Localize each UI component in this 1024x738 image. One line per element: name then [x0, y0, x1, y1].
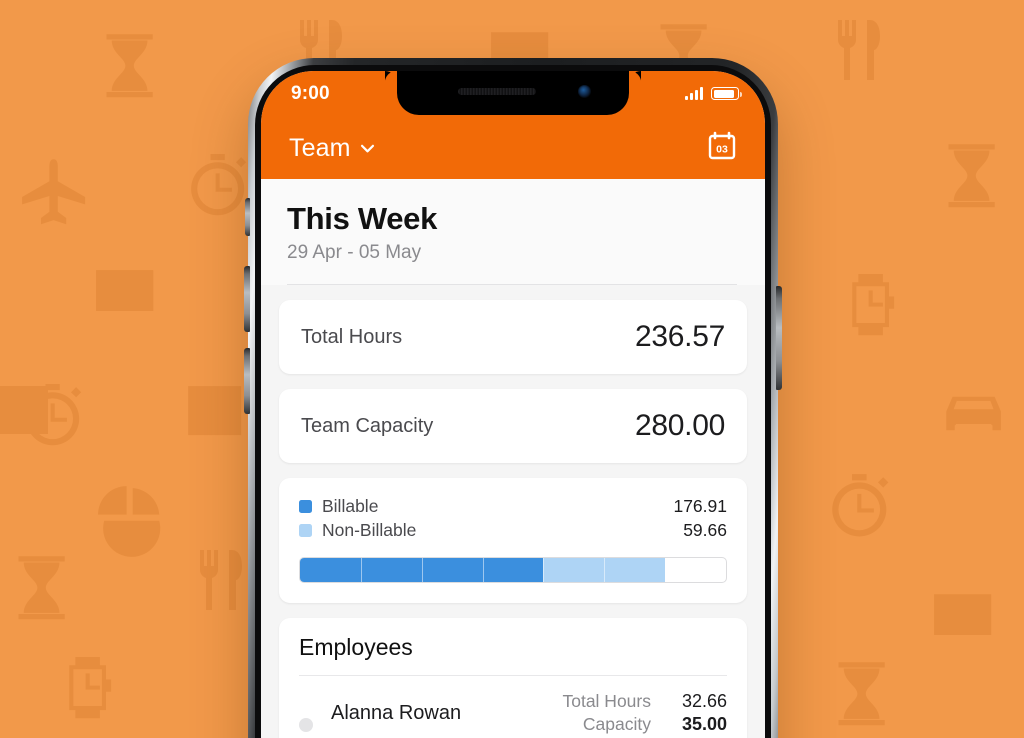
progress-bar-segment — [421, 558, 483, 582]
battery-icon — [711, 87, 742, 100]
earpiece-speaker-icon — [458, 88, 536, 95]
progress-bar-segment — [360, 558, 422, 582]
legend-row-non-billable: Non-Billable 59.66 — [299, 520, 727, 541]
signal-bars-icon — [685, 87, 703, 100]
mute-switch-button[interactable] — [245, 198, 250, 236]
volume-down-button[interactable] — [244, 348, 250, 414]
billable-label: Billable — [322, 496, 379, 516]
non-billable-color-swatch — [299, 524, 312, 537]
employee-status-dot — [299, 718, 313, 733]
employee-stats: Total Hours 32.66 Capacity 35.00 — [562, 690, 727, 736]
employee-capacity-value: 35.00 — [681, 714, 727, 735]
nav-title: Team — [289, 133, 351, 162]
hours-progress-bar — [299, 557, 727, 583]
progress-bar-segment — [482, 558, 544, 582]
phone-notch — [385, 71, 641, 115]
employee-name: Alanna Rowan — [331, 701, 462, 724]
calendar-day-label: 03 — [716, 143, 728, 155]
team-selector-button[interactable]: Team — [289, 134, 375, 163]
calendar-icon: 03 — [708, 131, 736, 159]
volume-up-button[interactable] — [244, 266, 250, 332]
app-nav-bar: Team 03 — [261, 117, 765, 179]
billable-breakdown-card[interactable]: Billable 176.91 Non-Billable 59.66 — [279, 478, 747, 603]
employee-capacity-label: Capacity — [582, 714, 651, 735]
non-billable-value: 59.66 — [683, 520, 727, 540]
team-capacity-value: 280.00 — [635, 409, 725, 442]
chevron-down-icon — [360, 144, 374, 152]
app-screen: 9:00 Team 03 This Week 29 Apr - 05 May T… — [261, 71, 765, 738]
employees-section-title: Employees — [299, 634, 413, 660]
total-hours-card[interactable]: Total Hours 236.57 — [279, 300, 747, 374]
progress-bar-segment — [300, 558, 361, 582]
page-title: This Week — [287, 201, 438, 236]
phone-mockup: 9:00 Team 03 This Week 29 Apr - 05 May T… — [244, 58, 782, 738]
table-row[interactable]: Alanna Rowan Total Hours 32.66 Capacity … — [279, 676, 747, 738]
team-capacity-label: Team Capacity — [301, 414, 434, 437]
header-divider — [287, 284, 737, 285]
total-hours-value: 236.57 — [635, 320, 725, 353]
screen-content: This Week 29 Apr - 05 May Total Hours 23… — [261, 179, 765, 738]
front-camera-icon — [578, 85, 591, 98]
billable-value: 176.91 — [673, 496, 727, 516]
non-billable-label: Non-Billable — [322, 520, 417, 540]
week-date-range: 29 Apr - 05 May — [287, 242, 422, 263]
calendar-button[interactable]: 03 — [707, 131, 737, 166]
employee-total-hours-value: 32.66 — [681, 691, 727, 711]
progress-bar-segment — [543, 558, 605, 582]
employees-card: Employees Alanna Rowan Total Hours 32.66… — [279, 618, 747, 738]
progress-bar-segment — [665, 558, 726, 582]
power-button[interactable] — [776, 286, 782, 390]
phone-screen-area: 9:00 Team 03 This Week 29 Apr - 05 May T… — [261, 71, 765, 738]
employee-total-hours-label: Total Hours — [562, 691, 651, 711]
progress-bar-segment — [604, 558, 666, 582]
week-header: This Week 29 Apr - 05 May — [261, 179, 765, 285]
legend-row-billable: Billable 176.91 — [299, 496, 727, 517]
status-indicators — [685, 87, 742, 100]
billable-color-swatch — [299, 500, 312, 513]
status-time: 9:00 — [291, 83, 330, 104]
team-capacity-card[interactable]: Team Capacity 280.00 — [279, 389, 747, 463]
total-hours-label: Total Hours — [301, 325, 403, 348]
